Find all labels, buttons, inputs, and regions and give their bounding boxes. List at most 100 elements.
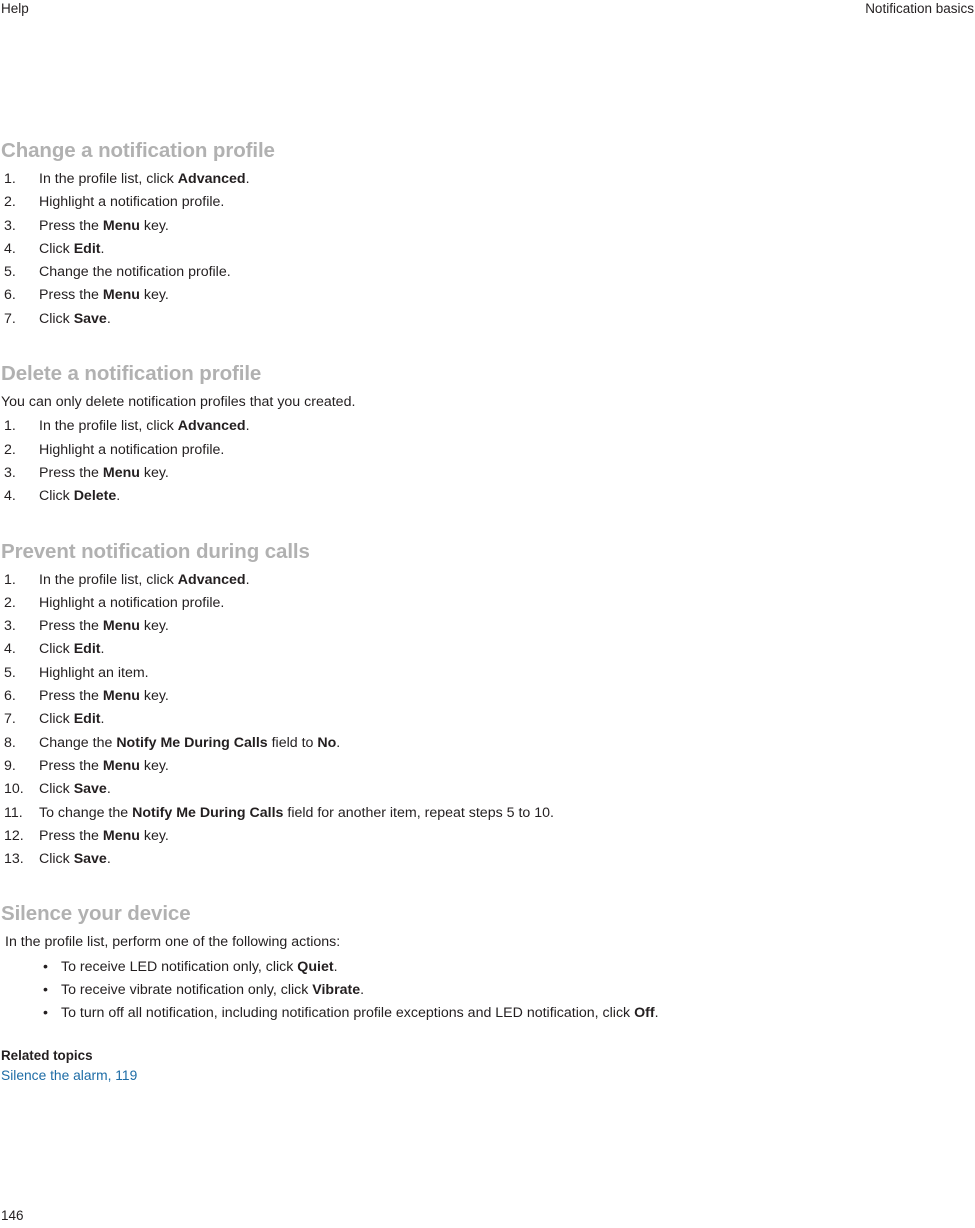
list-item-number: 4. — [4, 488, 16, 505]
numbered-step-list: 1. In the profile list, click Advanced. 2.… — [1, 569, 801, 872]
list-item: 12. Press the Menu key. — [1, 825, 801, 848]
list-item-text: To receive vibrate notification only, cl… — [61, 982, 313, 999]
list-item: 5. Highlight an item. — [1, 662, 801, 685]
list-item-number: 3. — [4, 618, 16, 635]
list-item-text: Highlight a notification profile. — [39, 441, 225, 458]
list-item-text: key. — [139, 618, 169, 635]
list-item: 5. Change the notification profile. — [1, 261, 801, 284]
list-item-number: 6. — [4, 688, 16, 705]
list-item-number: 1. — [4, 571, 16, 588]
list-item-text: To change the — [39, 804, 133, 821]
list-item-number: 9. — [4, 757, 16, 774]
list-item-text: . — [245, 418, 250, 435]
document-section: Delete a notification profile You can onl… — [1, 361, 801, 508]
list-item-emphasis: Notify Me During Calls — [116, 734, 268, 751]
list-item-text: . — [245, 571, 250, 588]
section-heading: Delete a notification profile — [1, 362, 262, 386]
list-item: 6. Press the Menu key. — [1, 685, 801, 708]
list-item-text: Press the — [39, 688, 103, 705]
related-topic-link[interactable]: Silence the alarm, 119 — [1, 1065, 137, 1086]
list-item-text: . — [336, 734, 341, 751]
list-item: 2. Highlight a notification profile. — [1, 592, 801, 615]
list-item-text: Click — [39, 641, 74, 658]
list-item-number: 4. — [4, 240, 16, 257]
page-number: 146 — [1, 1208, 24, 1223]
list-item: 10. Click Save. — [1, 778, 801, 801]
list-item-text: Press the — [39, 757, 103, 774]
list-item-text: key. — [139, 217, 169, 234]
list-item: 3. Press the Menu key. — [1, 462, 801, 485]
document-section: Silence your device In the profile list, … — [1, 901, 801, 1025]
list-item-emphasis: Edit — [73, 641, 101, 658]
section-heading: Prevent notification during calls — [1, 539, 310, 563]
list-item: 7. Click Edit. — [1, 708, 801, 731]
list-item-emphasis: Advanced — [177, 171, 246, 187]
document-section: Change a notification profile 1. In the pr… — [1, 138, 801, 331]
list-item-emphasis: Save — [73, 851, 107, 868]
list-item-text: Highlight an item. — [39, 664, 149, 681]
list-item-text: . — [333, 958, 338, 975]
list-item-text: Change the — [39, 734, 117, 751]
list-item-number: 11. — [4, 804, 23, 821]
list-item-emphasis: Save — [73, 781, 107, 798]
list-item-emphasis: Menu — [102, 757, 140, 774]
list-item-text: . — [106, 781, 111, 798]
list-item-text: key. — [139, 464, 169, 481]
list-item-number: 2. — [4, 594, 16, 611]
list-item: 7. Click Save. — [1, 308, 801, 331]
list-item-emphasis: Edit — [73, 711, 101, 728]
section-intro-paragraph: You can only delete notification profile… — [1, 394, 356, 411]
list-item-text: Click — [39, 781, 74, 798]
document-content: Change a notification profile 1. In the pr… — [1, 138, 801, 1086]
bullet-point-icon: • — [43, 982, 48, 999]
list-item-text: key. — [139, 757, 169, 774]
list-item: 13. Click Save. — [1, 848, 801, 871]
list-item-number: 8. — [4, 734, 16, 751]
list-item-number: 2. — [4, 441, 16, 458]
related-topics-heading: Related topics — [1, 1047, 93, 1063]
list-item: 4. Click Delete. — [1, 485, 801, 508]
list-item: 11. To change the Notify Me During Calls … — [1, 802, 801, 825]
list-item-number: 13. — [4, 851, 24, 868]
list-item-text: field for another item, repeat steps 5 t… — [283, 804, 554, 821]
list-item-emphasis: Menu — [102, 287, 140, 304]
list-item-emphasis: Menu — [102, 464, 140, 481]
list-item-text: . — [106, 310, 111, 327]
section-intro-paragraph: In the profile list, perform one of the … — [5, 934, 341, 951]
list-item-emphasis: Menu — [102, 217, 140, 234]
list-item-text: In the profile list, click — [39, 171, 178, 187]
list-item-text: key. — [139, 287, 169, 304]
list-item-text: Click — [39, 488, 74, 505]
list-item-text: . — [654, 1005, 659, 1022]
section-heading: Silence your device — [1, 902, 191, 926]
list-item-text: . — [106, 851, 111, 868]
list-item-number: 5. — [4, 664, 16, 681]
list-item: 6. Press the Menu key. — [1, 284, 801, 307]
list-item-text: . — [116, 488, 121, 505]
list-item-text: To receive LED notification only, click — [61, 958, 298, 975]
list-item-number: 5. — [4, 264, 16, 281]
list-item-emphasis: Quiet — [297, 958, 334, 975]
list-item-number: 1. — [4, 418, 16, 435]
list-item-emphasis: Advanced — [177, 571, 246, 588]
list-item-text: Highlight a notification profile. — [39, 194, 225, 211]
list-item-text: Press the — [39, 618, 103, 635]
list-item-text: . — [100, 240, 105, 257]
list-item-emphasis: Menu — [102, 688, 140, 705]
list-item-number: 3. — [4, 464, 16, 481]
list-item-emphasis: Notify Me During Calls — [132, 804, 284, 821]
list-item: 1. In the profile list, click Advanced. — [1, 569, 801, 592]
section-heading: Change a notification profile — [1, 139, 275, 162]
list-item-text: . — [360, 982, 365, 999]
list-item: 4. Click Edit. — [1, 638, 801, 661]
list-item-number: 7. — [4, 711, 16, 728]
list-item: 3. Press the Menu key. — [1, 215, 801, 238]
list-item-number: 7. — [4, 310, 16, 327]
list-item-emphasis: No — [317, 734, 337, 751]
list-item-emphasis: Edit — [73, 240, 101, 257]
list-item-text: . — [245, 171, 250, 187]
list-item-text: . — [100, 711, 105, 728]
list-item-text: Click — [39, 310, 74, 327]
list-item-emphasis: Vibrate — [312, 982, 361, 999]
list-item-text: key. — [139, 688, 169, 705]
